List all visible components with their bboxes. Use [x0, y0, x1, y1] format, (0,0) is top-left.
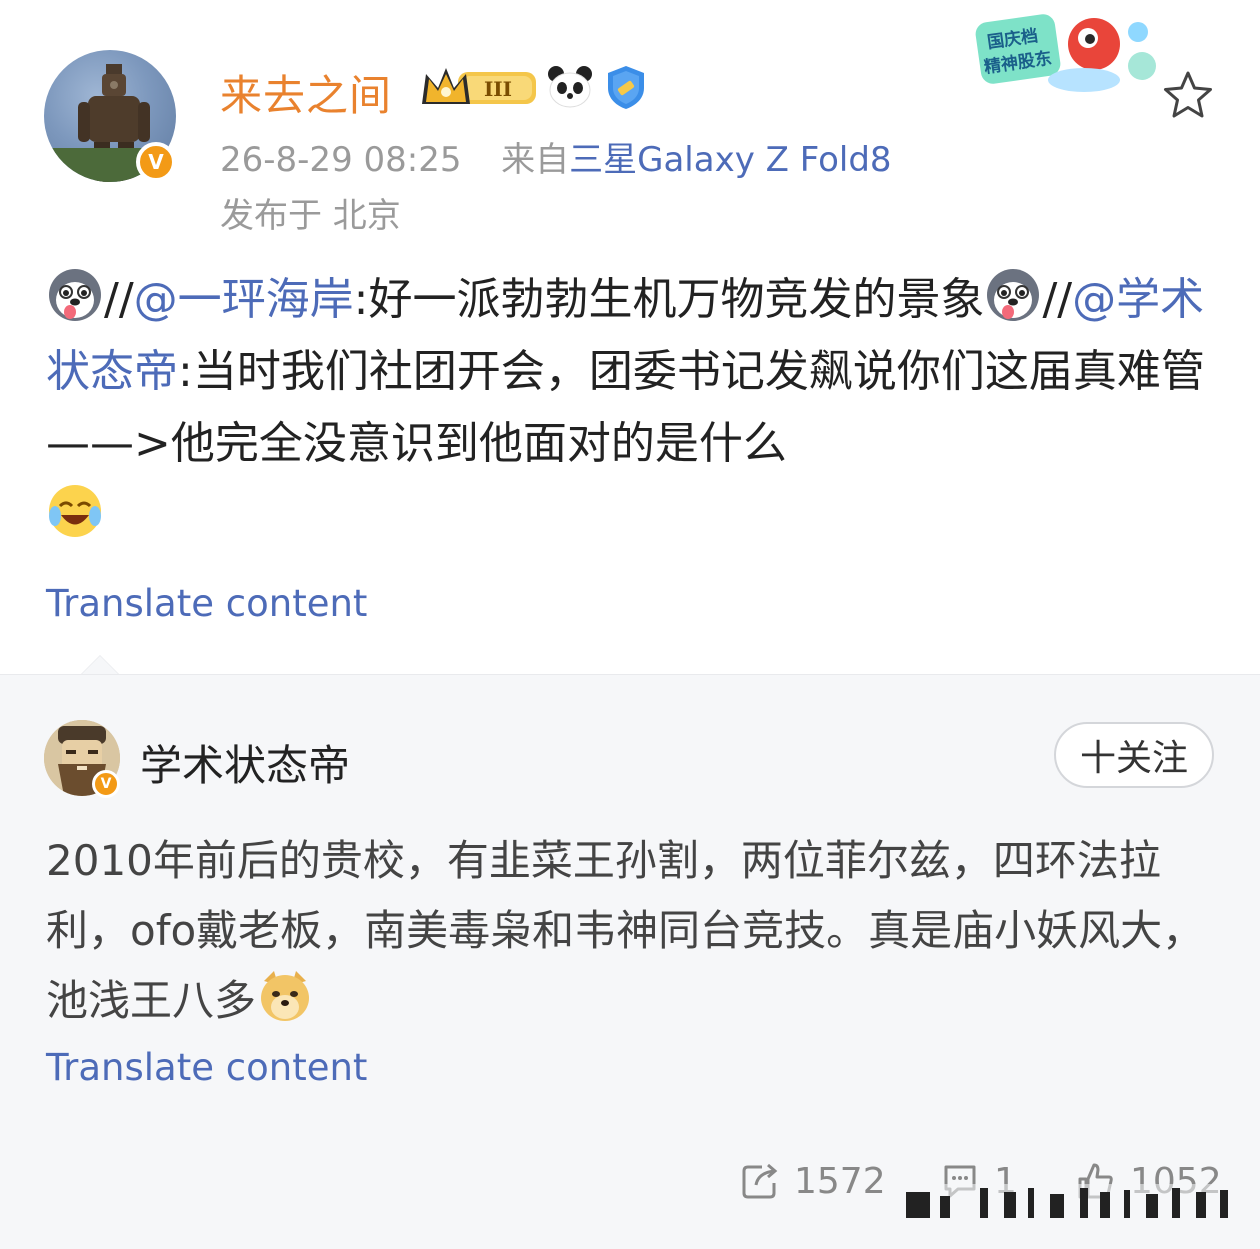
watermark-overlay [900, 1184, 1240, 1226]
repost-count: 1572 [794, 1160, 886, 1202]
panda-badge-icon [548, 66, 592, 108]
post-text-seg2: :好一派勃勃生机万物竞发的景象 [353, 274, 985, 325]
promo-sticker[interactable]: 国庆档 精神股东 [972, 10, 1172, 100]
repost-action[interactable]: 1572 [740, 1156, 886, 1206]
card-notch [82, 656, 118, 674]
doge-emoji-icon [261, 971, 310, 1021]
source-device-link[interactable]: 三星Galaxy Z Fold8 [569, 140, 891, 180]
repost-separator: // [104, 274, 134, 325]
husky-emoji-icon [49, 269, 101, 321]
translate-content-link[interactable]: Translate content [46, 1046, 367, 1089]
author-username[interactable]: 来去之间 [220, 62, 392, 123]
level-badge-text: III [484, 77, 512, 101]
follow-button[interactable]: 十关注 [1054, 722, 1214, 788]
repost-author-username[interactable]: 学术状态帝 [140, 732, 350, 793]
laugh-cry-emoji-icon [49, 485, 101, 537]
crown-badge-icon: III [422, 68, 536, 104]
repost-text-content: 2010年前后的贵校，有韭菜王孙割，两位菲尔兹，四环法拉利，ofo戴老板，南美毒… [46, 836, 1205, 1025]
translate-content-link[interactable]: Translate content [46, 582, 367, 625]
verified-v-icon: V [92, 770, 120, 798]
post-text-seg4: :当时我们社团开会，团委书记发飙说你们这届真难管——>他完全没意识到他面对的是什… [46, 346, 1205, 469]
repost-separator: // [1042, 274, 1073, 325]
repost-text: 2010年前后的贵校，有韭菜王孙割，两位菲尔兹，四环法拉利，ofo戴老板，南美毒… [46, 826, 1216, 1036]
source-prefix: 来自 [501, 140, 570, 180]
verified-v-icon: V [136, 142, 176, 182]
favorite-star-icon[interactable] [1160, 68, 1216, 124]
post-text: //@一玶海岸:好一派勃勃生机万物竞发的景象 //@学术状态帝:当时我们社团开会… [46, 264, 1216, 552]
repost-icon [742, 1163, 778, 1199]
post-meta: 26-8-29 08:25 来自三星Galaxy Z Fold8 [220, 132, 892, 181]
husky-emoji-icon [987, 269, 1040, 321]
post-location: 发布于 北京 [220, 196, 401, 236]
shield-badge-icon [608, 66, 644, 109]
post-timestamp: 26-8-29 08:25 [220, 140, 462, 180]
mention-link-1[interactable]: @一玶海岸 [134, 274, 354, 325]
